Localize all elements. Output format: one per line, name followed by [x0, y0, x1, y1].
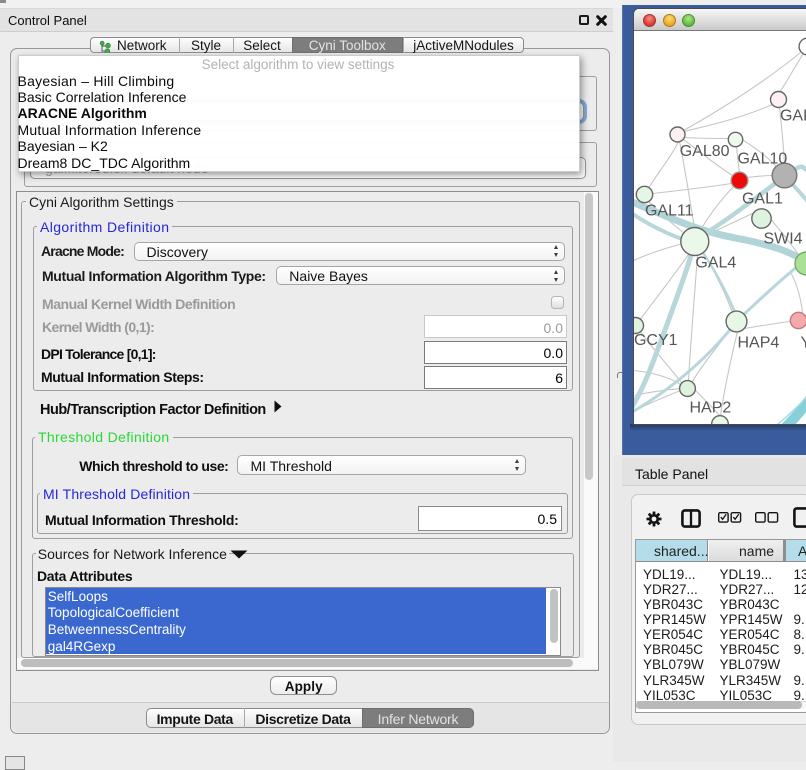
svg-text:GAL11: GAL11	[645, 202, 694, 219]
svg-text:GAL1: GAL1	[741, 190, 782, 207]
svg-text:GAL2: GAL2	[779, 107, 806, 124]
svg-text:YJ: YJ	[800, 334, 806, 351]
svg-text:GAL10: GAL10	[737, 150, 787, 167]
svg-text:GCY1: GCY1	[634, 331, 678, 348]
svg-text:GAL4: GAL4	[695, 254, 736, 271]
svg-text:HAP2: HAP2	[689, 399, 731, 416]
svg-text:GAL80: GAL80	[679, 142, 729, 159]
svg-text:HAP4: HAP4	[737, 334, 779, 351]
svg-text:SWI4: SWI4	[763, 230, 802, 247]
